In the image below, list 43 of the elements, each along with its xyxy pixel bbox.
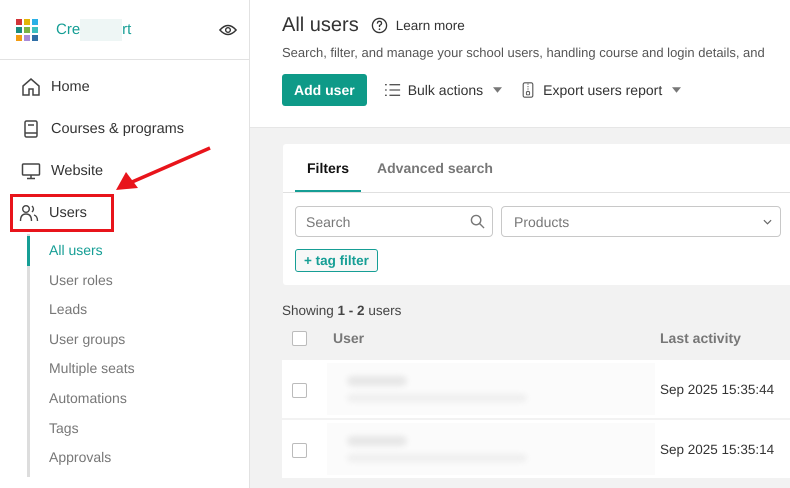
table-cell-text: Sep 2025 15:35:44 xyxy=(660,382,776,396)
filter-tab[interactable]: Filters xyxy=(295,144,362,192)
column-header: Last activity xyxy=(660,330,742,346)
search-icon xyxy=(470,214,485,229)
subnav-item[interactable]: User roles xyxy=(27,266,249,296)
checkbox[interactable] xyxy=(292,442,307,458)
subnav-item[interactable]: Multiple seats xyxy=(27,354,249,384)
products-dropdown[interactable]: Products xyxy=(501,206,781,237)
nav-item[interactable]: Website xyxy=(10,154,114,188)
subnav-item[interactable]: User groups xyxy=(27,324,249,354)
eye-icon[interactable] xyxy=(219,22,237,36)
menu-button[interactable]: Bulk actions xyxy=(384,82,502,98)
nav-item[interactable]: Home xyxy=(10,70,101,104)
learn-more-link[interactable]: Learn more xyxy=(396,18,465,33)
add-user-button[interactable]: Add user xyxy=(282,74,367,106)
page-description: Search, filter, and manage your school users, handling course and login details, and xyxy=(282,45,766,60)
filter-tab[interactable]: Advanced search xyxy=(365,144,505,192)
brand-name: Cre rt xyxy=(56,18,132,40)
subnav-item[interactable]: Automations xyxy=(27,384,249,414)
table-cell-text: Sep 2025 15:35:14 xyxy=(660,442,776,456)
home-icon xyxy=(21,77,41,97)
app-grid-logo xyxy=(16,18,38,40)
results-count: Showing 1 - 2 users xyxy=(282,303,402,318)
checkbox[interactable] xyxy=(292,382,307,398)
subnav-item[interactable]: Tags xyxy=(27,414,249,444)
chevron-down-icon xyxy=(763,218,772,224)
users-icon xyxy=(19,203,39,223)
search-field[interactable]: Search xyxy=(295,206,493,237)
menu-button[interactable]: Export users report xyxy=(520,82,682,98)
caret-icon xyxy=(493,87,502,93)
subnav-item[interactable]: Approvals xyxy=(27,443,249,473)
checkbox[interactable] xyxy=(292,330,307,346)
list-icon xyxy=(384,82,401,98)
caret-icon xyxy=(672,87,682,93)
help-icon[interactable] xyxy=(370,17,388,34)
nav-item[interactable]: Courses & programs xyxy=(10,112,195,146)
subnav-item[interactable]: Leads xyxy=(27,295,249,325)
tag-filter-button[interactable]: + tag filter xyxy=(295,249,378,272)
monitor-icon xyxy=(21,161,41,181)
page-title: All users xyxy=(282,14,359,37)
zip-file-icon xyxy=(520,82,536,98)
column-header: User xyxy=(333,330,364,346)
nav-item[interactable]: Users xyxy=(10,194,114,232)
